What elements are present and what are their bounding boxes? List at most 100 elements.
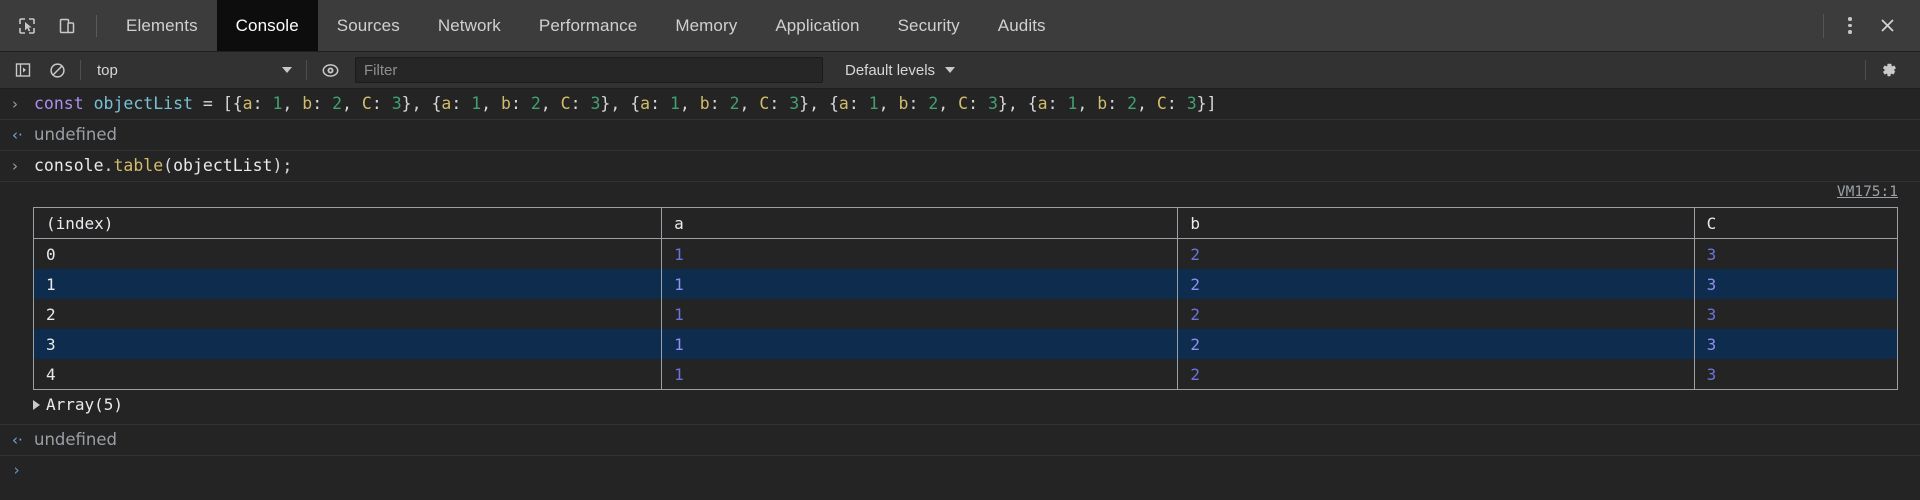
- clear-console-icon[interactable]: [42, 56, 72, 84]
- tab-application[interactable]: Application: [756, 0, 878, 51]
- code-token: }, {: [997, 94, 1038, 113]
- gear-icon[interactable]: [1872, 55, 1906, 85]
- console-table[interactable]: (index) a b C 0 1 2 3 1 1 2 3 2 1 2 3 3 …: [33, 207, 1898, 390]
- tab-audits[interactable]: Audits: [979, 0, 1065, 51]
- code-token: }, {: [401, 94, 442, 113]
- close-icon-svg: [1880, 19, 1894, 32]
- table-row[interactable]: 0 1 2 3: [33, 238, 1898, 269]
- cell-c: 3: [1706, 334, 1717, 354]
- live-expression-eye-icon[interactable]: [315, 56, 345, 84]
- cell-a: 1: [661, 299, 1179, 329]
- code-token: 3: [391, 94, 402, 113]
- console-toolbar-right: [1859, 55, 1920, 85]
- console-message-list[interactable]: › const objectList = [{a: 1, b: 2, C: 3}…: [0, 89, 1920, 500]
- console-input-message[interactable]: › console.table(objectList);: [0, 151, 1920, 182]
- console-prompt[interactable]: ›: [0, 456, 1920, 490]
- tab-security[interactable]: Security: [879, 0, 979, 51]
- device-toolbar-icon-svg: [59, 18, 75, 33]
- kebab-menu-icon[interactable]: [1832, 8, 1868, 44]
- column-header-a[interactable]: a: [661, 207, 1179, 239]
- input-arrow-icon: ›: [12, 157, 18, 175]
- output-arrow-icon: ‹·: [12, 431, 23, 449]
- cell-b: 2: [1177, 359, 1695, 390]
- code-token: :: [908, 94, 929, 113]
- console-output-text: undefined: [34, 125, 118, 144]
- code-token: :: [1166, 94, 1187, 113]
- tab-console[interactable]: Console: [216, 0, 318, 51]
- chevron-down-icon: [282, 67, 292, 73]
- array-summary-label: Array(5): [46, 395, 124, 414]
- code-token: C: [361, 94, 372, 113]
- console-output-message[interactable]: ‹· undefined: [0, 425, 1920, 456]
- console-toolbar-divider-3: [1865, 60, 1866, 80]
- code-token: :: [252, 94, 273, 113]
- tab-performance[interactable]: Performance: [520, 0, 656, 51]
- cell-index: 0: [33, 238, 663, 269]
- tab-sources[interactable]: Sources: [318, 0, 419, 51]
- code-token: 3: [789, 94, 800, 113]
- code-token: a: [242, 94, 253, 113]
- tab-network[interactable]: Network: [419, 0, 520, 51]
- console-table-head: (index) a b C: [33, 207, 1898, 239]
- cell-a: 1: [661, 238, 1179, 269]
- input-arrow-icon: ›: [12, 95, 18, 113]
- code-token: ,: [878, 94, 899, 113]
- console-table-header-row: (index) a b C: [33, 207, 1898, 239]
- cell-c: 3: [1706, 364, 1717, 384]
- cell-b: 2: [1177, 329, 1695, 359]
- code-token: =: [202, 94, 213, 113]
- console-input-message[interactable]: › const objectList = [{a: 1, b: 2, C: 3}…: [0, 89, 1920, 120]
- code-token: 1: [272, 94, 283, 113]
- text-caret: [34, 463, 35, 480]
- kebab-dot: [1848, 17, 1852, 21]
- code-token: objectList: [173, 156, 273, 175]
- source-link[interactable]: VM175:1: [1837, 184, 1898, 200]
- table-row[interactable]: 4 1 2 3: [33, 359, 1898, 390]
- filter-input[interactable]: [355, 57, 823, 83]
- clear-console-icon-svg: [49, 62, 65, 78]
- code-token: objectList: [93, 94, 193, 113]
- log-levels-selector[interactable]: Default levels: [833, 57, 963, 83]
- code-token: ,: [540, 94, 561, 113]
- column-header-b[interactable]: b: [1177, 207, 1695, 239]
- tabbar-left-icons: [0, 9, 107, 43]
- code-token: a: [838, 94, 849, 113]
- code-token: :: [1047, 94, 1068, 113]
- devtools-tabbar: Elements Console Sources Network Perform…: [0, 0, 1920, 52]
- code-token: 1: [868, 94, 879, 113]
- code-token: }]: [1196, 94, 1217, 113]
- code-token: 1: [471, 94, 482, 113]
- column-header-index[interactable]: (index): [33, 207, 663, 239]
- chevron-right-icon[interactable]: [33, 399, 40, 410]
- code-token: :: [769, 94, 790, 113]
- console-sidebar-icon-svg: [15, 63, 31, 77]
- column-header-c[interactable]: C: [1694, 207, 1898, 239]
- console-table-body: 0 1 2 3 1 1 2 3 2 1 2 3 3 1 2 3 4 1 2 3: [33, 238, 1898, 390]
- close-icon[interactable]: [1868, 8, 1906, 44]
- console-input-code: console.table(objectList);: [34, 156, 292, 175]
- tabbar-right-controls: [1815, 0, 1920, 51]
- code-token: 3: [987, 94, 998, 113]
- console-output-text: undefined: [34, 430, 118, 449]
- cell-a: 1: [661, 329, 1179, 359]
- table-row[interactable]: 1 1 2 3: [33, 269, 1898, 299]
- inspect-cursor-icon[interactable]: [10, 9, 44, 43]
- array-summary-row[interactable]: Array(5): [0, 390, 1920, 418]
- cell-b: 2: [1177, 269, 1695, 299]
- execution-context-selector[interactable]: top: [87, 57, 300, 83]
- console-output-message[interactable]: ‹· undefined: [0, 120, 1920, 151]
- code-token: b: [302, 94, 313, 113]
- execution-context-value: top: [97, 61, 118, 79]
- console-sidebar-icon[interactable]: [8, 56, 38, 84]
- table-row[interactable]: 2 1 2 3: [33, 299, 1898, 329]
- table-row[interactable]: 3 1 2 3: [33, 329, 1898, 359]
- device-toolbar-icon[interactable]: [50, 9, 84, 43]
- code-token: :: [570, 94, 591, 113]
- cell-c: 3: [1706, 244, 1717, 264]
- cell-c: 3: [1706, 274, 1717, 294]
- tab-memory[interactable]: Memory: [656, 0, 756, 51]
- code-token: ,: [679, 94, 700, 113]
- code-token: :: [1107, 94, 1128, 113]
- tab-elements[interactable]: Elements: [107, 0, 217, 51]
